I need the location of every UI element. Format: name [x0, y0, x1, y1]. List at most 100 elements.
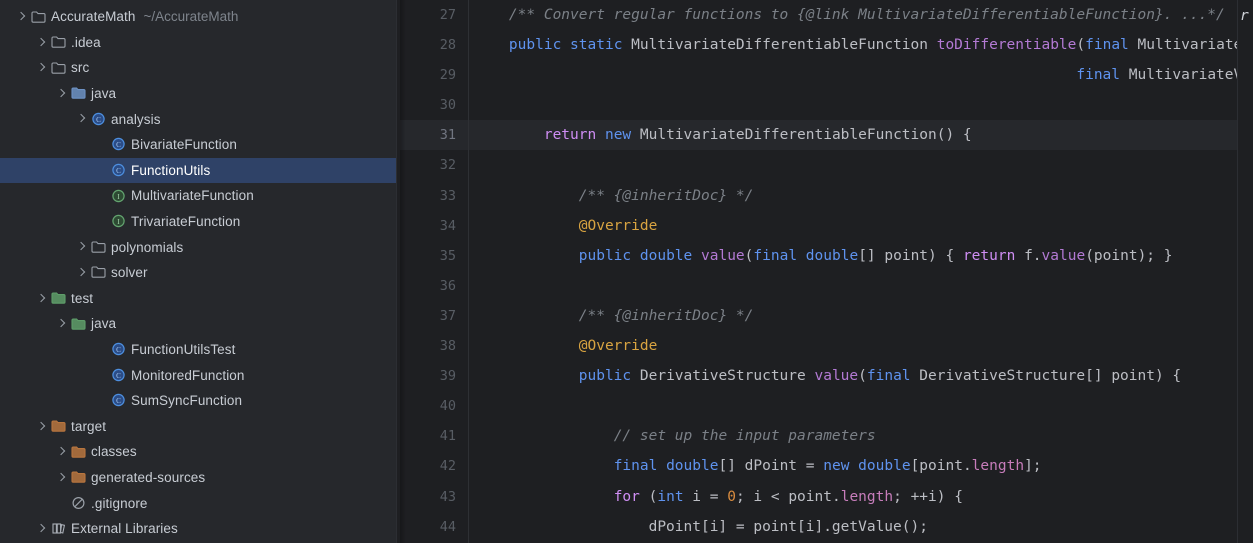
code-line[interactable]: 31 return new MultivariateDifferentiable…: [400, 120, 1237, 150]
code-line[interactable]: 35 public double value(final double[] po…: [400, 241, 1237, 271]
fold-gutter[interactable]: [468, 271, 474, 301]
line-number[interactable]: 41: [400, 421, 468, 451]
tree-item-java[interactable]: java: [0, 311, 396, 337]
chevron-right-icon[interactable]: [34, 30, 49, 56]
code-line[interactable]: 37 /** {@inheritDoc} */: [400, 301, 1237, 331]
fold-gutter[interactable]: [468, 150, 474, 180]
code-text[interactable]: dPoint[i] = point[i].getValue();: [474, 512, 928, 542]
code-text[interactable]: /** {@inheritDoc} */: [474, 181, 753, 211]
code-line[interactable]: 39 public DerivativeStructure value(fina…: [400, 361, 1237, 391]
line-number[interactable]: 30: [400, 90, 468, 120]
tree-item-polynomials[interactable]: polynomials: [0, 234, 396, 260]
line-number[interactable]: 38: [400, 331, 468, 361]
chevron-right-icon[interactable]: [34, 55, 49, 81]
tree-item-bivariatefunction[interactable]: CBivariateFunction: [0, 132, 396, 158]
code-text[interactable]: public DerivativeStructure value(final D…: [474, 361, 1181, 391]
line-number[interactable]: 35: [400, 241, 468, 271]
line-number[interactable]: 36: [400, 271, 468, 301]
line-number[interactable]: 44: [400, 512, 468, 542]
tree-item-classes[interactable]: classes: [0, 439, 396, 465]
code-line[interactable]: 33 /** {@inheritDoc} */: [400, 181, 1237, 211]
project-tool-window[interactable]: AccurateMath~/AccurateMath.ideasrcjavaCa…: [0, 0, 396, 543]
line-number[interactable]: 28: [400, 30, 468, 60]
code-line[interactable]: 30: [400, 90, 1237, 120]
code-text[interactable]: /** Convert regular functions to {@link …: [474, 0, 1225, 30]
line-number[interactable]: 43: [400, 482, 468, 512]
chevron-right-icon[interactable]: [34, 516, 49, 542]
code-line[interactable]: 41 // set up the input parameters: [400, 421, 1237, 451]
tree-spacer: [94, 209, 109, 235]
chevron-right-icon[interactable]: [54, 439, 69, 465]
line-number[interactable]: 37: [400, 301, 468, 331]
tree-item-multivariatefunction[interactable]: IMultivariateFunction: [0, 183, 396, 209]
code-text[interactable]: public double value(final double[] point…: [474, 241, 1173, 271]
code-text[interactable]: final double[] dPoint = new double[point…: [474, 451, 1042, 481]
tree-item-external-libraries[interactable]: External Libraries: [0, 516, 396, 542]
line-number[interactable]: 40: [400, 391, 468, 421]
code-text[interactable]: @Override: [474, 211, 657, 241]
chevron-right-icon[interactable]: [34, 414, 49, 440]
code-line[interactable]: 38 @Override: [400, 331, 1237, 361]
tree-item-java[interactable]: java: [0, 81, 396, 107]
line-number[interactable]: 39: [400, 361, 468, 391]
tree-item-monitoredfunction[interactable]: CMonitoredFunction: [0, 362, 396, 388]
code-line[interactable]: 40: [400, 391, 1237, 421]
tree-item-accuratemath[interactable]: AccurateMath~/AccurateMath: [0, 4, 396, 30]
tree-item-target[interactable]: target: [0, 414, 396, 440]
tree-item-sumsyncfunction[interactable]: CSumSyncFunction: [0, 388, 396, 414]
chevron-right-icon[interactable]: [34, 286, 49, 312]
code-text[interactable]: // set up the input parameters: [474, 421, 876, 451]
line-number[interactable]: 27: [400, 0, 468, 30]
tree-item-gitignore[interactable]: .gitignore: [0, 490, 396, 516]
code-text[interactable]: final MultivariateVectorFunction gradien…: [474, 60, 1237, 90]
code-line[interactable]: 34 @Override: [400, 211, 1237, 241]
folder-target-icon: [69, 439, 90, 465]
line-number[interactable]: 34: [400, 211, 468, 241]
fold-gutter[interactable]: [468, 391, 474, 421]
editor-area[interactable]: 27 /** Convert regular functions to {@li…: [400, 0, 1253, 543]
code-line[interactable]: 32: [400, 150, 1237, 180]
svg-text:C: C: [116, 398, 121, 406]
fold-gutter[interactable]: [468, 90, 474, 120]
code-text[interactable]: /** {@inheritDoc} */: [474, 301, 753, 331]
chevron-down-icon[interactable]: [54, 81, 69, 107]
line-number[interactable]: 31: [400, 120, 468, 150]
chevron-down-icon[interactable]: [14, 4, 29, 30]
chevron-right-icon[interactable]: [54, 465, 69, 491]
code-text[interactable]: public static MultivariateDifferentiable…: [474, 30, 1237, 60]
code-text[interactable]: return new MultivariateDifferentiableFun…: [474, 120, 972, 150]
line-number[interactable]: 32: [400, 150, 468, 180]
tree-item-idea[interactable]: .idea: [0, 30, 396, 56]
tree-item-solver[interactable]: solver: [0, 260, 396, 286]
code-line[interactable]: 42 final double[] dPoint = new double[po…: [400, 451, 1237, 481]
tree-item-test[interactable]: test: [0, 286, 396, 312]
ide-window: AccurateMath~/AccurateMath.ideasrcjavaCa…: [0, 0, 1253, 543]
project-tree[interactable]: AccurateMath~/AccurateMath.ideasrcjavaCa…: [0, 0, 396, 541]
tree-item-trivariatefunction[interactable]: ITrivariateFunction: [0, 209, 396, 235]
tree-item-functionutils[interactable]: CFunctionUtils: [0, 158, 396, 184]
code-text[interactable]: for (int i = 0; i < point.length; ++i) {: [474, 482, 963, 512]
tree-item-generated-sources[interactable]: generated-sources: [0, 465, 396, 491]
code-line[interactable]: 44 dPoint[i] = point[i].getValue();: [400, 512, 1237, 542]
code-line[interactable]: 29 final MultivariateVectorFunction grad…: [400, 60, 1237, 90]
tree-item-functionutilstest[interactable]: CFunctionUtilsTest: [0, 337, 396, 363]
code-line[interactable]: 43 for (int i = 0; i < point.length; ++i…: [400, 482, 1237, 512]
line-number[interactable]: 33: [400, 181, 468, 211]
chevron-right-icon[interactable]: [74, 260, 89, 286]
tree-item-label: test: [71, 291, 93, 306]
tree-item-src[interactable]: src: [0, 55, 396, 81]
tree-spacer: [94, 362, 109, 388]
line-number[interactable]: 42: [400, 451, 468, 481]
chevron-right-icon[interactable]: [54, 311, 69, 337]
tree-item-analysis[interactable]: Canalysis: [0, 106, 396, 132]
code-line[interactable]: 28 public static MultivariateDifferentia…: [400, 30, 1237, 60]
code-editor[interactable]: 27 /** Convert regular functions to {@li…: [400, 0, 1237, 543]
class-icon: C: [109, 388, 130, 414]
adjacent-editor-sliver[interactable]: r: [1237, 0, 1253, 543]
code-text[interactable]: @Override: [474, 331, 657, 361]
chevron-right-icon[interactable]: [74, 234, 89, 260]
chevron-right-icon[interactable]: [74, 106, 89, 132]
code-line[interactable]: 27 /** Convert regular functions to {@li…: [400, 0, 1237, 30]
line-number[interactable]: 29: [400, 60, 468, 90]
code-line[interactable]: 36: [400, 271, 1237, 301]
